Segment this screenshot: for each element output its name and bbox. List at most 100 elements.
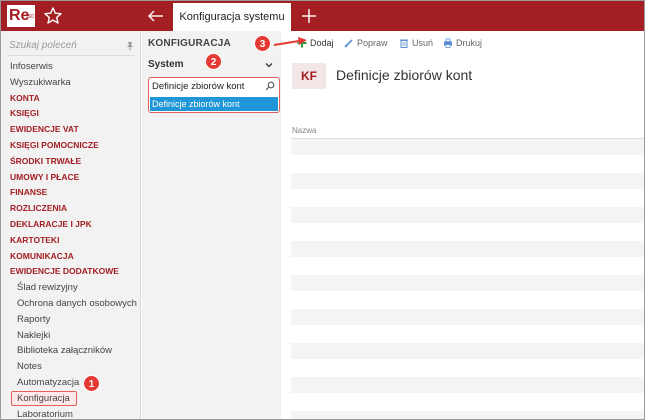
table-row[interactable]	[291, 309, 644, 326]
sidebar-item-label: Automatyzacja	[17, 376, 80, 388]
callout-arrow	[273, 37, 307, 46]
sidebar-item-label: Laboratorium	[17, 408, 73, 420]
sidebar-item[interactable]: Konfiguracja	[1, 390, 141, 407]
sidebar-item-label: ŚRODKI TRWAŁE	[10, 155, 82, 166]
add-button-label: Dodaj	[310, 38, 334, 48]
table-row[interactable]	[291, 394, 644, 411]
table-row[interactable]	[291, 377, 644, 394]
sidebar-item[interactable]: Infoserwis	[1, 59, 141, 75]
sidebar-item[interactable]: Automatyzacja	[1, 375, 141, 391]
sidebar-item-label: KSIĘGI POMOCNICZE	[10, 139, 99, 150]
sidebar-item[interactable]: EWIDENCJE DODATKOWE	[1, 264, 141, 280]
sidebar-item-label: Raporty	[17, 313, 51, 325]
sidebar-item-label: KOMUNIKACJA	[10, 250, 74, 261]
sidebar-item[interactable]: ROZLICZENIA	[1, 201, 141, 217]
sidebar-item[interactable]: DEKLARACJE I JPK	[1, 217, 141, 233]
sidebar-item[interactable]: Wyszukiwarka	[1, 75, 141, 91]
document-type-badge: KF	[292, 63, 326, 89]
search-result-label: Definicje zbiorów kont	[152, 99, 240, 109]
sidebar-item-label: ROZLICZENIA	[10, 203, 68, 214]
sidebar-item[interactable]: Ochrona danych osobowych	[1, 296, 141, 312]
data-grid: Nazwa	[291, 123, 644, 419]
config-panel: KONFIGURACJA System Definicje zbiorów ko…	[142, 31, 281, 419]
config-search-box: Definicje zbiorów kont Definicje zbiorów…	[148, 77, 280, 113]
sidebar-item-label: EWIDENCJE VAT	[10, 124, 79, 135]
command-search-input[interactable]: Szukaj poleceń	[9, 37, 135, 55]
config-search-input[interactable]: Definicje zbiorów kont	[151, 80, 277, 94]
search-icon[interactable]	[265, 81, 275, 91]
table-row[interactable]	[291, 411, 644, 419]
logo-version: 360	[25, 14, 34, 20]
sidebar-item[interactable]: Naklejki	[1, 328, 141, 344]
app-logo[interactable]: Re 360	[7, 5, 35, 27]
sidebar-item-label: Ślad rewizyjny	[17, 282, 78, 294]
sidebar-item[interactable]: FINANSE	[1, 185, 141, 201]
sidebar-item[interactable]: Raporty	[1, 312, 141, 328]
brush-icon	[344, 39, 353, 47]
sidebar-item[interactable]: UMOWY I PŁACE	[1, 170, 141, 186]
print-button-label: Drukuj	[456, 38, 483, 48]
sidebar-item[interactable]: KSIĘGI	[1, 106, 141, 122]
sidebar-item[interactable]: KOMUNIKACJA	[1, 249, 141, 265]
sidebar-item-label: DEKLARACJE I JPK	[10, 218, 92, 229]
sidebar-item-label: KONTA	[10, 92, 40, 103]
delete-button-label: Usuń	[412, 38, 434, 48]
sidebar-item[interactable]: Notes	[1, 359, 141, 375]
table-row[interactable]	[291, 139, 644, 156]
toolbar: Dodaj Popraw Usuń Drukuj	[282, 31, 644, 55]
trash-icon	[400, 39, 408, 48]
sidebar-item[interactable]: KONTA	[1, 91, 141, 107]
sidebar-item[interactable]: KSIĘGI POMOCNICZE	[1, 138, 141, 154]
group-select-value: System	[148, 59, 184, 70]
new-tab-plus-icon[interactable]	[297, 4, 321, 28]
column-header-nazwa[interactable]: Nazwa	[291, 123, 644, 139]
star-icon[interactable]	[41, 4, 65, 28]
chevron-down-icon	[265, 63, 273, 68]
table-row[interactable]	[291, 173, 644, 190]
table-row[interactable]	[291, 190, 644, 207]
sidebar-item-label: KSIĘGI	[10, 108, 39, 119]
edit-button-label: Popraw	[357, 38, 388, 48]
printer-icon	[444, 38, 452, 48]
sidebar-item[interactable]: KARTOTEKI	[1, 233, 141, 249]
config-search-value: Definicje zbiorów kont	[152, 81, 245, 92]
delete-button[interactable]: Usuń	[399, 36, 433, 50]
table-row[interactable]	[291, 292, 644, 309]
callout-badge-1: 1	[83, 375, 100, 392]
sidebar-divider	[7, 55, 135, 56]
table-row[interactable]	[291, 224, 644, 241]
print-button[interactable]: Drukuj	[443, 36, 482, 50]
sidebar-item[interactable]: ŚRODKI TRWAŁE	[1, 154, 141, 170]
app-window: Re 360 Konfiguracja systemu Szukaj polec…	[0, 0, 645, 420]
table-row[interactable]	[291, 258, 644, 275]
sidebar-item[interactable]: Ślad rewizyjny	[1, 280, 141, 296]
table-row[interactable]	[291, 326, 644, 343]
table-row[interactable]	[291, 275, 644, 292]
sidebar-item[interactable]: EWIDENCJE VAT	[1, 122, 141, 138]
table-row[interactable]	[291, 343, 644, 360]
sidebar-item-label: Biblioteka załączników	[17, 345, 113, 357]
sidebar-item-label: Ochrona danych osobowych	[17, 297, 137, 309]
sidebar-item-label: Naklejki	[17, 329, 51, 341]
back-arrow-icon[interactable]	[144, 4, 168, 28]
sidebar-item-label: Infoserwis	[10, 61, 53, 72]
sidebar-item-label: Konfiguracja	[17, 392, 70, 404]
sidebar-item-label: KARTOTEKI	[10, 234, 60, 245]
tab-konfiguracja-systemu[interactable]: Konfiguracja systemu	[173, 3, 291, 31]
main-content: Dodaj Popraw Usuń Drukuj KF Definicje zb…	[282, 31, 644, 419]
search-placeholder: Szukaj poleceń	[9, 40, 77, 51]
search-result-item[interactable]: Definicje zbiorów kont	[150, 97, 278, 111]
edit-button[interactable]: Popraw	[344, 36, 388, 50]
page-title: Definicje zbiorów kont	[336, 67, 473, 83]
table-row[interactable]	[291, 360, 644, 377]
tab-label: Konfiguracja systemu	[179, 11, 285, 23]
pin-icon[interactable]	[125, 41, 135, 51]
table-row[interactable]	[291, 207, 644, 224]
sidebar-item[interactable]: Biblioteka załączników	[1, 343, 141, 359]
table-row[interactable]	[291, 241, 644, 258]
panel-title: KONFIGURACJA	[148, 38, 231, 49]
sidebar-menu: Infoserwis Wyszukiwarka KONTA KSIĘGI EWIDENC…	[1, 59, 141, 420]
sidebar-item[interactable]: Laboratorium	[1, 407, 141, 420]
table-row[interactable]	[291, 156, 644, 173]
top-bar: Re 360 Konfiguracja systemu	[1, 1, 644, 31]
